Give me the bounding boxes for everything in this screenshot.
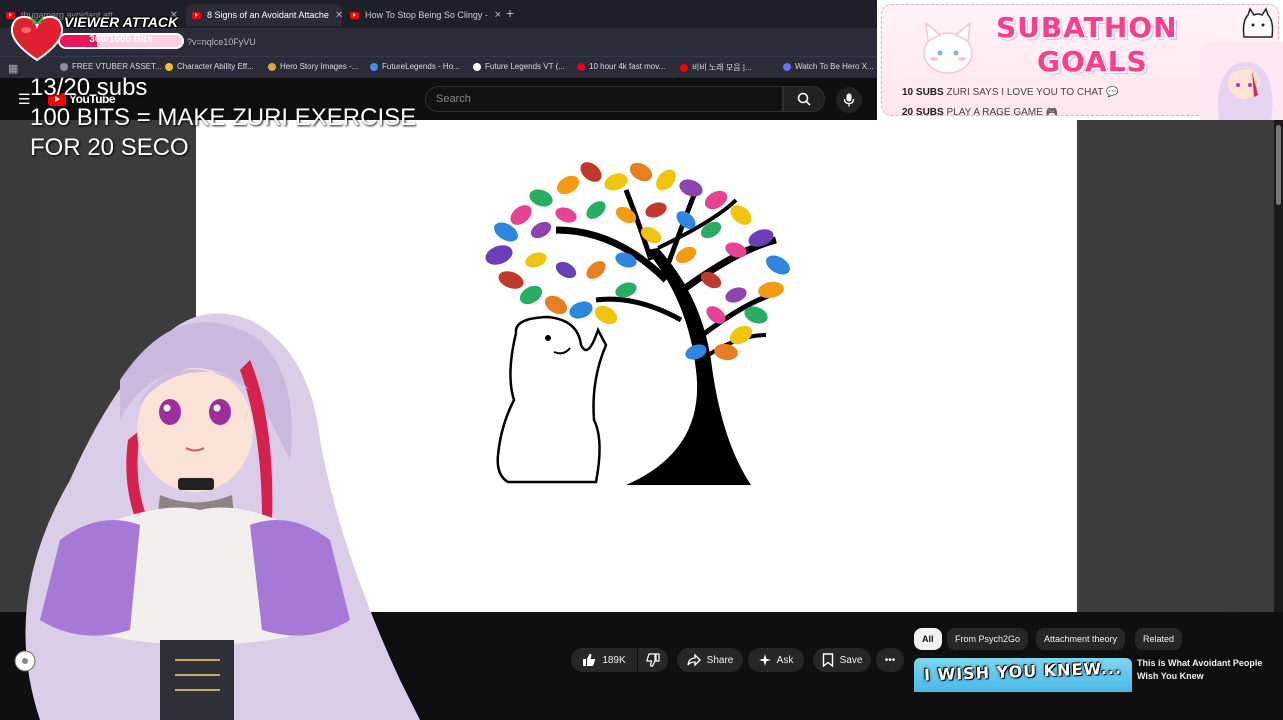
search-icon (797, 92, 811, 106)
tab-label: How To Stop Being So Clingy - (365, 10, 488, 20)
sparkle-icon (758, 654, 771, 666)
microphone-icon (843, 93, 855, 107)
bookmark-favicon-icon (370, 62, 378, 71)
browser-tab-2-active[interactable]: 8 Signs of an Avoidant Attache ✕ (186, 4, 342, 26)
tab-label: 8 Signs of an Avoidant Attache (207, 10, 329, 20)
bits-exercise-text: 100 BITS = MAKE ZURI EXERCISE (30, 104, 417, 131)
dislike-button[interactable] (638, 648, 668, 672)
kitty-logo-icon (1242, 7, 1274, 38)
recommended-video-title[interactable]: This is What Avoidant People Wish You Kn… (1137, 657, 1277, 683)
bookmark-item[interactable]: Hero Story Images -... (268, 62, 358, 71)
scrollbar-thumb[interactable] (1276, 125, 1281, 205)
bookmark-item[interactable]: Character Ability Eff... (165, 62, 254, 71)
chip-related[interactable]: Related (1135, 628, 1183, 650)
close-icon[interactable]: ✕ (488, 10, 500, 21)
vtuber-chibi-avatar (1200, 41, 1283, 120)
more-horizontal-icon: ••• (884, 654, 896, 666)
x-favicon-icon (473, 62, 481, 71)
like-button[interactable]: 189K (571, 648, 637, 672)
goal-row: 20 SUBS PLAY A RAGE GAME 🎮 (902, 107, 1059, 118)
bookmark-favicon-icon (268, 62, 276, 71)
save-button[interactable]: Save (813, 648, 871, 672)
bookmark-favicon-icon (165, 62, 173, 71)
close-icon[interactable]: ✕ (329, 10, 342, 21)
bits-exercise-text-2: FOR 20 SECO (30, 134, 189, 161)
bookmark-item[interactable]: FutureLegends - Ho... (370, 62, 460, 71)
thumbs-down-icon (646, 653, 660, 667)
cat-mascot-icon (923, 21, 973, 74)
bookmark-favicon-icon (60, 62, 68, 71)
youtube-favicon-icon (350, 11, 359, 19)
bookmark-item[interactable]: Future Legends VT (... (473, 62, 565, 71)
youtube-favicon-icon (680, 63, 688, 72)
vtuber-avatar (25, 313, 421, 720)
chip-all[interactable]: All (914, 628, 942, 650)
bookmark-favicon-icon (783, 62, 791, 71)
new-tab-button[interactable]: + (506, 5, 514, 21)
subathon-card: SUBATHON GOALS 10 SUBS ZURI SAYS I LOVE … (881, 4, 1283, 120)
share-icon (687, 653, 701, 667)
share-button[interactable]: Share (677, 648, 743, 672)
apps-grid-icon[interactable]: ▦ (8, 62, 18, 75)
goals-title: GOALS (1037, 45, 1148, 78)
thumbs-up-icon (583, 653, 596, 666)
chip-from-psych2go[interactable]: From Psych2Go (947, 628, 1029, 650)
goal-row: 10 SUBS ZURI SAYS I LOVE YOU TO CHAT 💬 (902, 87, 1119, 98)
stream-text-overlay: 13/20 subs 100 BITS = MAKE ZURI EXERCISE… (30, 73, 416, 163)
youtube-favicon-icon (192, 11, 201, 19)
stick-figure (496, 315, 608, 484)
pinterest-favicon-icon (577, 62, 585, 71)
bookmark-item[interactable]: Watch To Be Hero X... (783, 62, 874, 71)
chip-attachment-theory[interactable]: Attachment theory (1036, 628, 1126, 650)
subathon-goals-panel: SUBATHON GOALS 10 SUBS ZURI SAYS I LOVE … (877, 0, 1283, 120)
gamepad-icon: 🎮 (1045, 107, 1059, 118)
ask-button[interactable]: Ask (748, 648, 804, 672)
url-field[interactable]: ?v=nqlce10FyVU (187, 37, 256, 47)
flower-badge-icon (14, 650, 36, 672)
search-button[interactable] (783, 86, 825, 112)
bookmark-icon (822, 653, 833, 667)
bookmark-item[interactable]: 10 hour 4k fast mov... (577, 62, 665, 71)
voice-search-button[interactable] (836, 87, 862, 113)
more-actions-button[interactable]: ••• (876, 648, 904, 672)
bookmark-item[interactable]: FREE VTUBER ASSET... (60, 62, 162, 71)
viewer-attack-widget: VIEWER ATTACK 300/1000 Bits (8, 8, 188, 62)
browser-tab-3[interactable]: How To Stop Being So Clingy - ✕ (344, 4, 500, 26)
recommended-video-thumbnail[interactable]: I WISH YOU KNEW... (914, 658, 1132, 692)
bits-progress-text: 300/1000 Bits (89, 34, 153, 45)
subs-counter: 13/20 subs (30, 74, 148, 101)
speech-bubble-icon: 💬 (1105, 87, 1119, 98)
search-input[interactable]: Search (425, 86, 783, 112)
viewer-attack-title: VIEWER ATTACK (64, 14, 179, 30)
subathon-title: SUBATHON (996, 11, 1178, 44)
bookmark-item[interactable]: 비비 노래 모음 |... (680, 62, 752, 73)
hamburger-menu-icon[interactable]: ☰ (18, 91, 31, 108)
like-count: 189K (602, 654, 626, 666)
